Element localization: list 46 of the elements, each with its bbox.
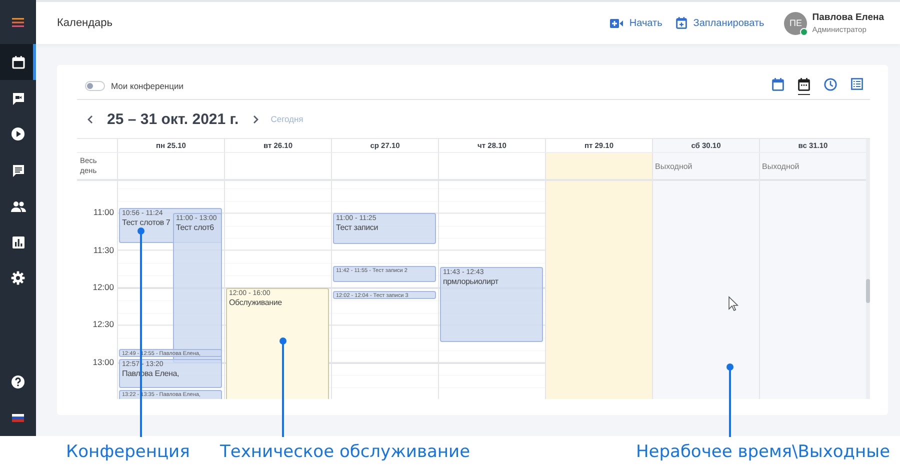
bar-chart-icon [12, 236, 24, 248]
calendar-icon [12, 56, 24, 68]
play-icon [11, 127, 25, 141]
date-range: 25 – 31 окт. 2021 г. [107, 110, 239, 128]
annotation-label: Техническое обслуживание [220, 442, 470, 462]
settings-icon [11, 271, 25, 285]
annotation-label: Конференция [66, 442, 190, 462]
sidebar-item[interactable] [0, 44, 36, 80]
list-icon [851, 78, 863, 90]
clock-icon [824, 78, 837, 90]
event-title: Тест слотов 7 [122, 218, 170, 228]
header-action-button[interactable]: Запланировать [676, 17, 764, 29]
event-title: Тест слот6 [176, 223, 214, 232]
day-off-label: Выходной [762, 162, 800, 171]
header-action-button[interactable]: Начать [610, 18, 662, 28]
event-title: Тест записи [336, 223, 378, 232]
time-label: 12:30 [92, 319, 114, 330]
week-calendar-icon [798, 78, 810, 90]
calendar-plus-icon [676, 17, 688, 29]
chevron-left-icon [87, 114, 93, 124]
time-label: 12:00 [92, 282, 114, 292]
view-tab[interactable] [798, 78, 810, 94]
toggle-label: Мои конференции [111, 81, 184, 91]
calendar-icon [772, 78, 784, 90]
next-week-button[interactable] [250, 112, 261, 126]
day-off-label: Выходной [655, 162, 692, 171]
user-name: Павлова Елена [812, 12, 884, 23]
flag-icon [12, 414, 24, 422]
people-icon [10, 200, 26, 212]
user-avatar[interactable]: ПЕ [784, 12, 808, 34]
page-title: Календарь [57, 17, 113, 29]
mouse-cursor-icon [728, 296, 739, 312]
previous-week-button[interactable] [85, 112, 95, 126]
event-title: Обслуживание [229, 298, 282, 308]
annotation-label: Нерабочее время\Выходные [636, 442, 890, 462]
video-chat-icon [12, 92, 24, 104]
chat-icon [12, 164, 24, 176]
menu-icon[interactable] [12, 18, 24, 26]
time-label: 11:30 [93, 244, 114, 255]
time-label: 11:00 [93, 207, 114, 218]
toggle-switch[interactable] [85, 81, 105, 91]
video-camera-icon [610, 18, 624, 28]
help-icon [11, 375, 25, 389]
event-title: прмлорьиолирт [443, 276, 498, 286]
chevron-right-icon [252, 114, 259, 124]
time-label: 13:00 [92, 356, 114, 367]
